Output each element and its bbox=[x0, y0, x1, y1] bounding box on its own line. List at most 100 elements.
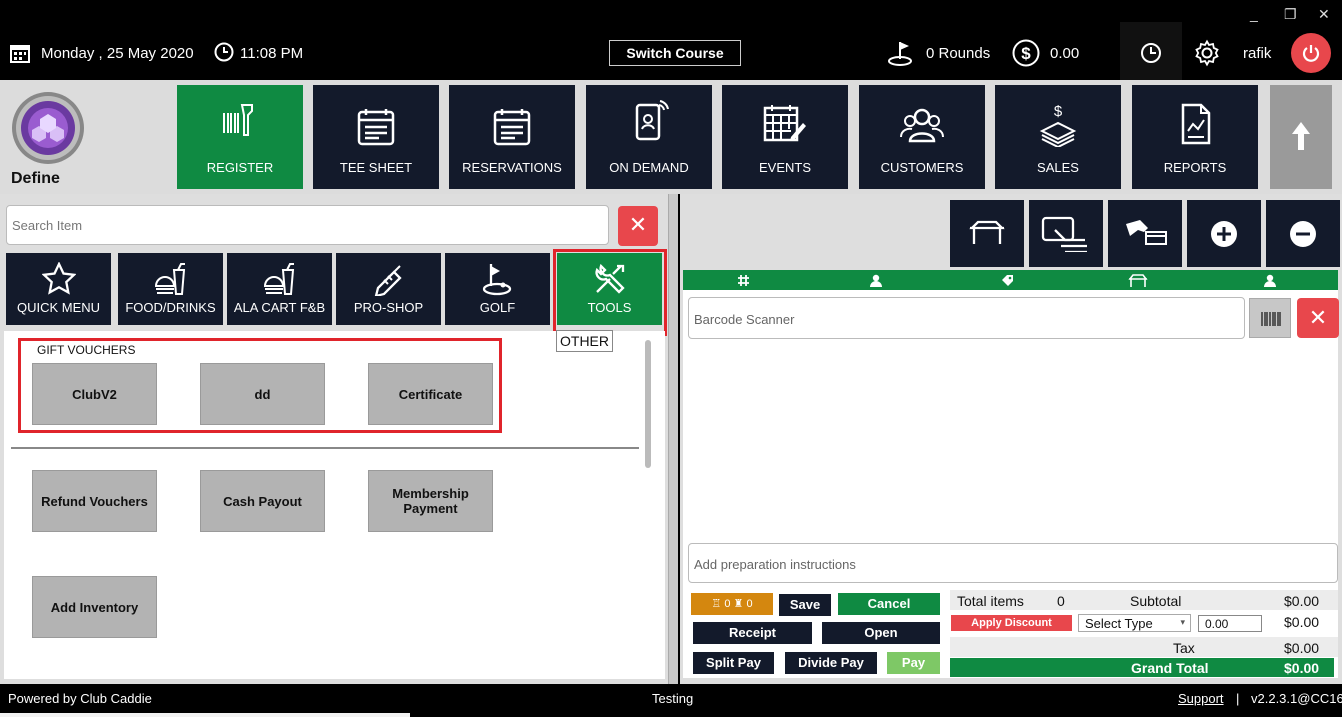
restore-button[interactable]: ❐ bbox=[1284, 6, 1297, 23]
total-items-label: Total items bbox=[957, 593, 1024, 609]
cash-payout-tile[interactable]: Cash Payout bbox=[200, 470, 325, 532]
brand-name: Define bbox=[11, 170, 60, 187]
scrollbar-strip bbox=[0, 713, 410, 717]
split-pay-button[interactable]: Split Pay bbox=[693, 652, 774, 674]
pay-button[interactable]: Pay bbox=[887, 652, 940, 674]
category-tools[interactable]: TOOLS bbox=[557, 253, 662, 325]
refund-vouchers-tile[interactable]: Refund Vouchers bbox=[32, 470, 157, 532]
support-link[interactable]: Support bbox=[1178, 691, 1224, 706]
table-button[interactable] bbox=[950, 200, 1024, 267]
nav-label: EVENTS bbox=[758, 160, 811, 175]
clear-barcode-button[interactable]: ✕ bbox=[1297, 298, 1339, 338]
clear-search-button[interactable]: ✕ bbox=[618, 206, 658, 246]
nav-label: CUSTOMERS bbox=[880, 160, 964, 175]
svg-text:$: $ bbox=[1021, 44, 1031, 63]
gear-icon[interactable] bbox=[1193, 39, 1221, 67]
category-label: PRO-SHOP bbox=[353, 300, 424, 315]
category-ala-cart[interactable]: ALA CART F&B bbox=[227, 253, 332, 325]
cash-balance: 0.00 bbox=[1050, 45, 1080, 62]
subtotal-label: Subtotal bbox=[1130, 593, 1182, 609]
voucher-tile[interactable]: Certificate bbox=[368, 363, 493, 425]
collapse-nav-button[interactable] bbox=[1270, 85, 1332, 189]
category-label: FOOD/DRINKS bbox=[125, 300, 216, 315]
subtotal-value: $0.00 bbox=[1284, 593, 1320, 609]
nav-label: SALES bbox=[1037, 160, 1079, 175]
receipt-button[interactable]: Receipt bbox=[693, 622, 812, 644]
define-logo bbox=[12, 92, 84, 164]
hash-icon bbox=[738, 275, 749, 286]
food-drink-icon bbox=[154, 263, 186, 295]
tax-label: Tax bbox=[1173, 640, 1195, 656]
customers-icon bbox=[900, 108, 944, 143]
search-input[interactable]: Search Item bbox=[6, 205, 609, 245]
tooltip-other: OTHER bbox=[556, 330, 613, 352]
cancel-button[interactable]: Cancel bbox=[838, 593, 940, 615]
chevron-down-icon: ▾ bbox=[1180, 617, 1185, 627]
preparation-instructions-input[interactable]: Add preparation instructions bbox=[688, 543, 1338, 583]
nav-on-demand[interactable]: ON DEMAND bbox=[586, 85, 712, 189]
nav-customers[interactable]: CUSTOMERS bbox=[859, 85, 985, 189]
remove-qty-button[interactable] bbox=[1266, 200, 1340, 267]
category-quick-menu[interactable]: QUICK MENU bbox=[6, 253, 111, 325]
barcode-input[interactable]: Barcode Scanner bbox=[688, 297, 1245, 339]
nav-register[interactable]: REGISTER bbox=[177, 85, 303, 189]
pane-splitter[interactable] bbox=[668, 194, 678, 684]
open-button[interactable]: Open bbox=[822, 622, 940, 644]
powered-by: Powered by Club Caddie bbox=[8, 691, 152, 706]
badge-count: 0 bbox=[724, 598, 731, 610]
grand-total-value: $0.00 bbox=[1284, 660, 1320, 676]
clock-icon bbox=[214, 42, 234, 62]
select-value: Select Type bbox=[1085, 616, 1153, 631]
time-clock-icon[interactable] bbox=[1140, 42, 1162, 64]
nav-label: REPORTS bbox=[1163, 160, 1227, 175]
power-icon bbox=[1302, 45, 1320, 62]
footer-separator: | bbox=[1236, 691, 1240, 706]
discount-value-input[interactable]: 0.00 bbox=[1198, 615, 1262, 632]
nav-sales[interactable]: $ SALES bbox=[995, 85, 1121, 189]
close-icon: ✕ bbox=[628, 212, 648, 237]
category-label: GOLF bbox=[479, 300, 516, 315]
grand-total-label: Grand Total bbox=[1131, 660, 1209, 676]
switch-course-button[interactable]: Switch Course bbox=[609, 40, 741, 66]
apply-discount-button[interactable]: Apply Discount bbox=[951, 615, 1072, 631]
current-date: Monday , 25 May 2020 bbox=[41, 45, 194, 62]
user-name[interactable]: rafik bbox=[1243, 45, 1271, 62]
tools-icon bbox=[595, 263, 625, 294]
divide-pay-button[interactable]: Divide Pay bbox=[785, 652, 877, 674]
scrollbar[interactable] bbox=[645, 340, 651, 468]
tee-sheet-icon bbox=[357, 109, 395, 146]
category-golf[interactable]: GOLF bbox=[445, 253, 550, 325]
membership-payment-tile[interactable]: Membership Payment bbox=[368, 470, 493, 532]
loyalty-badge[interactable]: ♖ 0 ♜ 0 bbox=[691, 593, 773, 615]
discount-type-select[interactable]: Select Type ▾ bbox=[1078, 614, 1191, 632]
category-food-drinks[interactable]: FOOD/DRINKS bbox=[118, 253, 223, 325]
logout-button[interactable] bbox=[1291, 33, 1331, 73]
nav-tee-sheet[interactable]: TEE SHEET bbox=[313, 85, 439, 189]
tax-row-bg bbox=[950, 637, 1338, 657]
add-inventory-tile[interactable]: Add Inventory bbox=[32, 576, 157, 638]
save-button[interactable]: Save bbox=[779, 594, 831, 616]
voucher-tile[interactable]: dd bbox=[200, 363, 325, 425]
nav-label: REGISTER bbox=[206, 160, 274, 175]
current-time: 11:08 PM bbox=[240, 45, 304, 62]
calendar-icon bbox=[493, 109, 531, 146]
events-calendar-icon bbox=[763, 105, 806, 142]
pay-card-button[interactable] bbox=[1108, 200, 1182, 267]
rounds-count: 0 Rounds bbox=[926, 45, 991, 62]
payment-swipe-button[interactable] bbox=[1029, 200, 1103, 267]
version-label: v2.2.3.1@CC16 bbox=[1251, 691, 1342, 706]
nav-reports[interactable]: REPORTS bbox=[1132, 85, 1258, 189]
nav-reservations[interactable]: RESERVATIONS bbox=[449, 85, 575, 189]
reports-icon bbox=[1181, 103, 1211, 145]
food-drink-icon bbox=[263, 263, 295, 295]
barcode-scan-button[interactable] bbox=[1249, 298, 1291, 338]
add-qty-button[interactable] bbox=[1187, 200, 1261, 267]
close-window-button[interactable]: ✕ bbox=[1318, 6, 1330, 23]
environment-label: Testing bbox=[652, 691, 694, 706]
category-label: QUICK MENU bbox=[16, 300, 101, 315]
nav-events[interactable]: EVENTS bbox=[722, 85, 848, 189]
voucher-tile[interactable]: ClubV2 bbox=[32, 363, 157, 425]
minimize-button[interactable]: _ bbox=[1250, 6, 1258, 22]
nav-label: RESERVATIONS bbox=[462, 160, 562, 175]
category-pro-shop[interactable]: PRO-SHOP bbox=[336, 253, 441, 325]
